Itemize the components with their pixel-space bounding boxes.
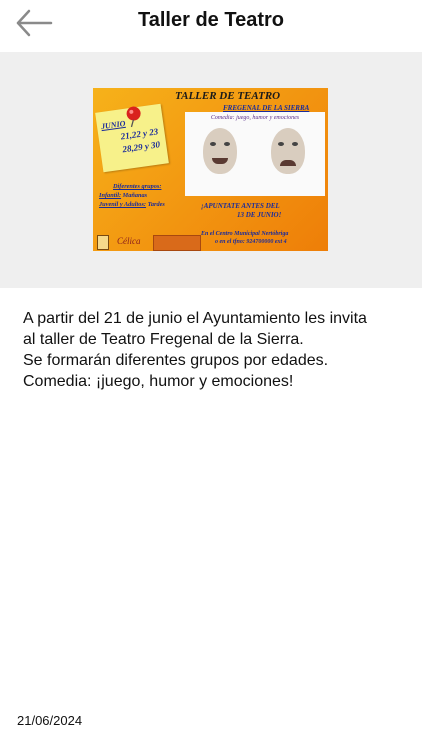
description-line: Comedia: ¡juego, humor y emociones! — [23, 373, 294, 390]
signup-info: ¡APUNTATE ANTES DEL 13 DE JUNIO! — [201, 202, 281, 220]
group-2-label: Juvenil y Adultos: — [99, 201, 146, 208]
logo-row: Célica — [97, 234, 201, 251]
celica-logo: Célica — [117, 236, 141, 246]
image-area: TALLER DE TEATRO FREGENAL DE LA SIERRA J… — [0, 52, 422, 288]
poster-subtitle: FREGENAL DE LA SIERRA — [223, 104, 310, 112]
venue-line-2: o en el tfno: 924700000 ext 4 — [215, 239, 287, 245]
signup-line-1: ¡APUNTATE ANTES DEL — [201, 202, 280, 210]
page-title: Taller de Teatro — [138, 9, 284, 31]
description-line: al taller de Teatro Fregenal de la Sierr… — [23, 331, 304, 348]
sponsor-logo — [153, 235, 201, 251]
event-description: A partir del 21 de junio el Ayuntamiento… — [23, 308, 403, 392]
event-poster[interactable]: TALLER DE TEATRO FREGENAL DE LA SIERRA J… — [93, 88, 328, 251]
description-line: A partir del 21 de junio el Ayuntamiento… — [23, 310, 367, 327]
groups-heading: Diferentes grupos: — [113, 183, 162, 190]
app-header: Taller de Teatro — [0, 0, 422, 52]
group-2-value: Tardes — [147, 201, 165, 208]
group-1-value: Mañanas — [122, 192, 148, 199]
date-note: JUNIO 21,22 y 23 28,29 y 30 — [95, 103, 169, 173]
sad-face — [271, 128, 305, 174]
note-dates-2: 28,29 y 30 — [121, 139, 161, 155]
venue-info: En el Centro Municipal Nertóbriga o en e… — [201, 230, 288, 246]
note-month: JUNIO — [100, 118, 126, 132]
group-1-label: Infantil: — [99, 192, 122, 199]
description-line: Se formarán diferentes grupos por edades… — [23, 352, 329, 369]
faces-label: Comedia: juego, humor y emociones — [210, 115, 300, 121]
town-crest-logo — [97, 235, 109, 250]
pushpin-icon — [126, 106, 141, 128]
poster-title: TALLER DE TEATRO — [175, 90, 281, 102]
groups-info: Diferentes grupos: Infantil: Mañanas Juv… — [99, 182, 165, 209]
publish-date: 21/06/2024 — [17, 713, 83, 728]
signup-line-2: 13 DE JUNIO! — [237, 211, 282, 219]
faces-photo: Comedia: juego, humor y emociones — [185, 112, 325, 196]
laughing-face — [203, 128, 237, 174]
venue-line-1: En el Centro Municipal Nertóbriga — [201, 231, 289, 237]
